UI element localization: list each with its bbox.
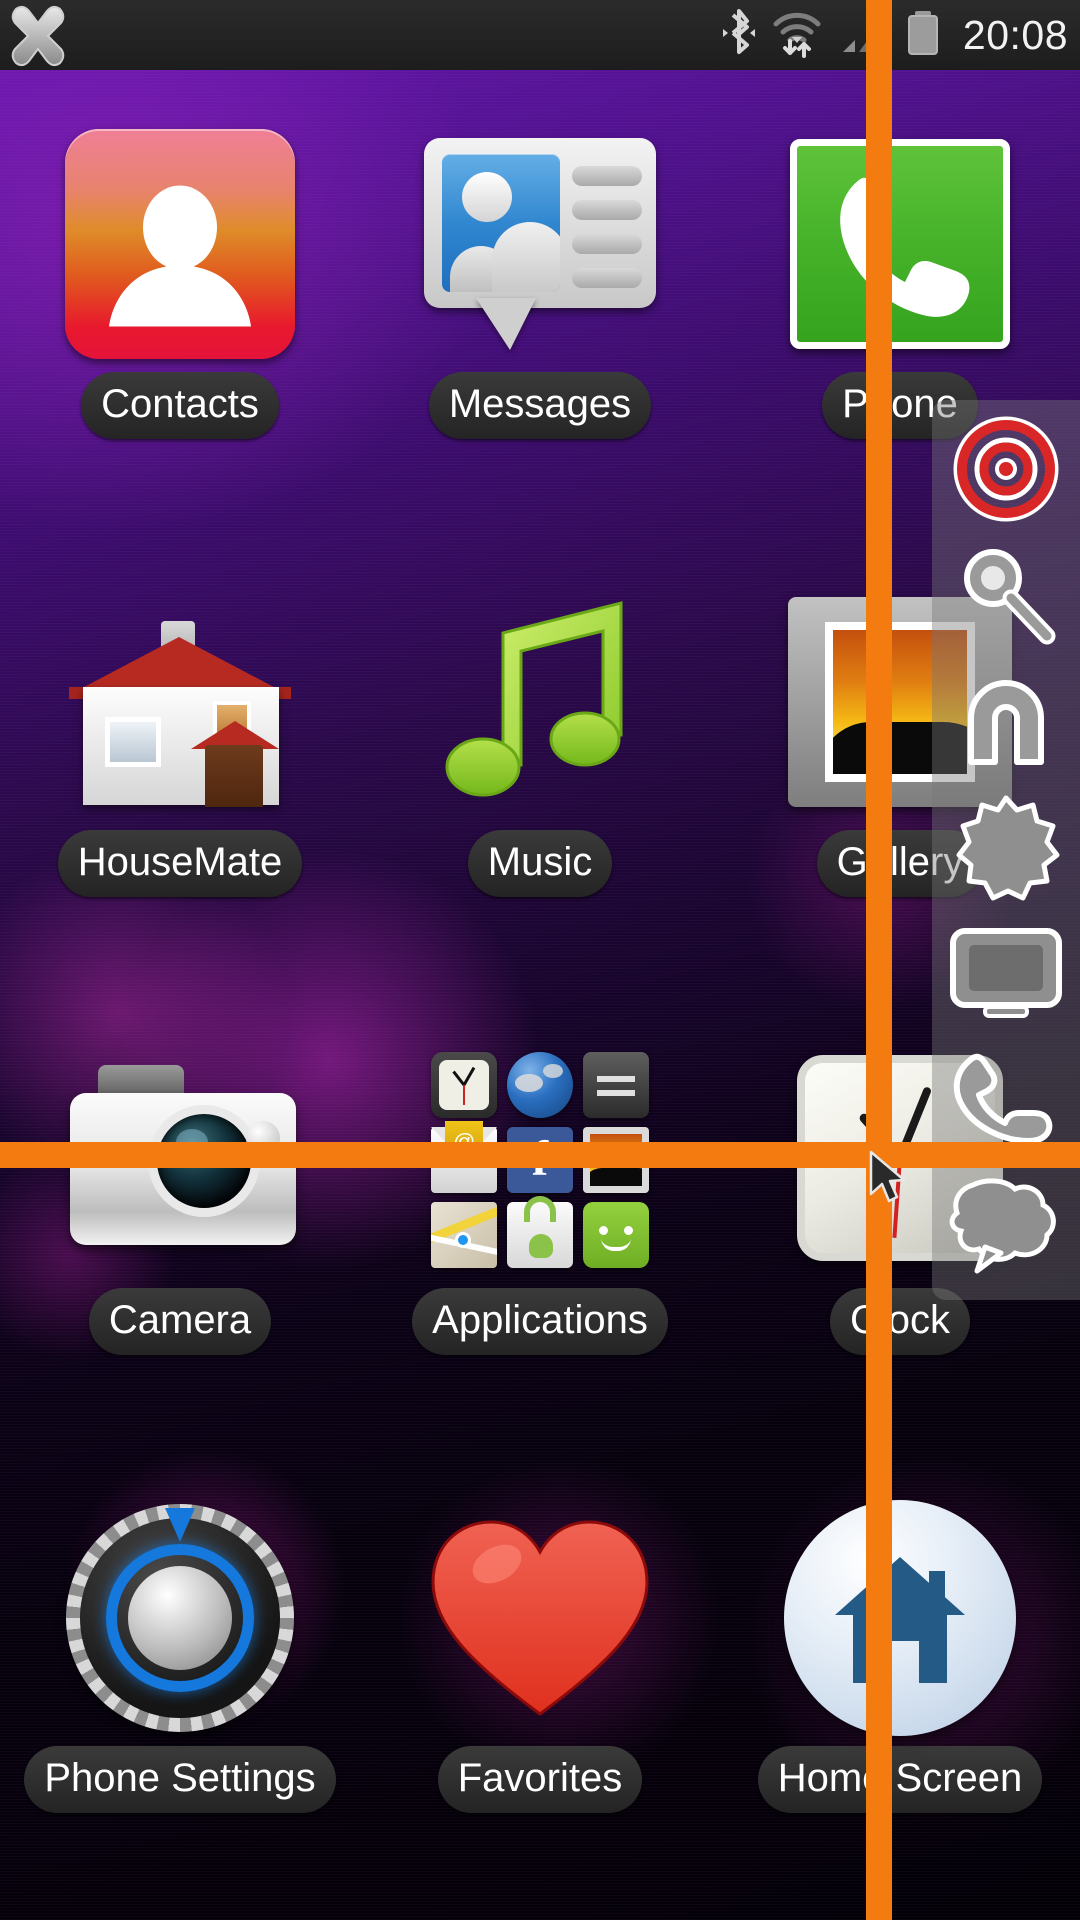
window-shape [105,716,161,767]
clock-mini-icon [431,1052,497,1119]
phone-icon[interactable] [784,128,1016,360]
mouse-pointer-icon [868,1150,910,1206]
housemate-icon[interactable] [64,586,296,818]
app-label-messages: Messages [428,372,652,439]
app-cell-contacts[interactable]: Contacts [0,128,360,439]
target-bullseye-icon[interactable] [940,410,1072,528]
close-x-icon[interactable] [6,4,70,67]
messages-icon[interactable] [424,128,656,360]
status-bar: 20:08 [0,0,1080,70]
handset-glyph [840,177,970,317]
app-label-phone-settings: Phone Settings [24,1746,336,1813]
app-cell-favorites[interactable]: Favorites [360,1502,720,1813]
handset-icon[interactable] [940,1040,1072,1158]
browser-globe-mini-icon [507,1052,573,1119]
magnifier-icon[interactable] [940,536,1072,654]
magnet-icon[interactable] [940,662,1072,780]
person-silhouette-icon [109,185,251,327]
music-note-glyph [445,601,623,797]
wifi-data-icon [771,8,823,63]
app-label-applications: Applications [412,1288,668,1355]
app-label-camera: Camera [88,1288,272,1355]
photo-thumb [442,154,560,292]
crosshair-vertical-line [866,0,892,1920]
crosshair-horizontal-line [0,1142,1080,1168]
music-icon[interactable] [424,586,656,818]
app-label-favorites: Favorites [437,1746,643,1813]
gear-knob-shape [128,1566,232,1670]
app-grid: Contacts Messages Phone HouseMate Music … [0,70,1080,1920]
app-cell-phone-settings[interactable]: Phone Settings [0,1502,360,1813]
app-cell-messages[interactable]: Messages [360,128,720,439]
app-label-contacts: Contacts [81,372,279,439]
battery-icon [903,9,943,62]
app-label-housemate: HouseMate [57,830,303,897]
settings-gear-icon[interactable] [64,1502,296,1734]
door-shape [205,744,263,807]
bubble-tail [476,298,536,350]
text-lines [572,166,642,302]
status-bar-indicators: 20:08 [721,0,1080,70]
contacts-icon[interactable] [64,128,296,360]
sms-mini-icon [583,1201,649,1268]
app-label-music: Music [467,830,613,897]
app-cell-housemate[interactable]: HouseMate [0,586,360,897]
home-icon[interactable] [784,1500,1016,1736]
starburst-icon[interactable] [940,788,1072,906]
app-cell-phone[interactable]: Phone [720,128,1080,439]
app-cell-applications[interactable]: @ f [360,1044,720,1355]
app-cell-music[interactable]: Music [360,586,720,897]
app-label-home-screen: Home Screen [757,1746,1043,1813]
play-store-mini-icon [507,1195,573,1268]
screen-icon[interactable] [940,914,1072,1032]
equalizer-mini-icon [583,1052,649,1119]
gear-pointer-shape [165,1508,195,1542]
status-bar-clock: 20:08 [962,11,1068,58]
heart-icon[interactable] [424,1502,656,1734]
bluetooth-icon [721,8,757,62]
speech-bubble-icon[interactable] [940,1166,1072,1284]
app-cell-camera[interactable]: Camera [0,1044,360,1355]
maps-mini-icon [431,1201,497,1268]
home-glyph [835,1557,965,1683]
heart-glyph [431,1519,649,1716]
android-home-screen: 20:08 Contacts Messages Phone HouseMate … [0,0,1080,1920]
app-cell-home-screen[interactable]: Home Screen [720,1500,1080,1813]
